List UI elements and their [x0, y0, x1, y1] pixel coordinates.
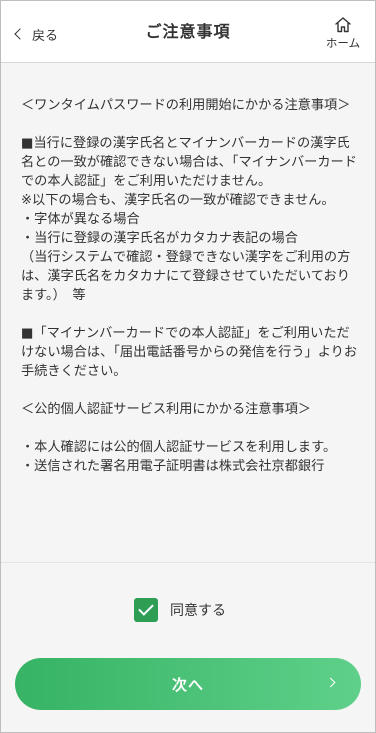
home-button[interactable]: ホーム: [325, 16, 361, 51]
back-button[interactable]: 戻る: [13, 23, 58, 45]
home-icon: [335, 17, 351, 33]
footer-area: 同意する 次へ: [1, 534, 375, 732]
agree-checkbox-row[interactable]: 同意する: [134, 598, 226, 622]
app-screen: 戻る ご注意事項 ホーム ＜ワンタイムパスワードの利用開始にかかる注意事項＞ ■…: [0, 0, 376, 733]
agree-label: 同意する: [170, 603, 226, 619]
chevron-right-icon: [325, 677, 336, 688]
header-bar: 戻る ご注意事項 ホーム: [1, 1, 375, 63]
notice-text: ＜ワンタイムパスワードの利用開始にかかる注意事項＞ ■当行に登録の漢字氏名とマイ…: [1, 63, 375, 476]
chevron-left-icon: [14, 28, 26, 40]
notice-heading-otp: ＜ワンタイムパスワードの利用開始にかかる注意事項＞: [21, 98, 351, 113]
divider: [1, 562, 375, 563]
back-label: 戻る: [32, 28, 59, 44]
home-label: ホーム: [325, 36, 361, 50]
notice-scroll-area[interactable]: ＜ワンタイムパスワードの利用開始にかかる注意事項＞ ■当行に登録の漢字氏名とマイ…: [1, 63, 375, 534]
notice-heading-jpki: ＜公的個人認証サービス利用にかかる注意事項＞: [21, 402, 312, 417]
notice-paragraph-jpki: ・本人確認には公的個人認証サービスを利用します。 ・送信された署名用電子証明書は…: [21, 440, 337, 474]
notice-paragraph-alternative: ■「マイナンバーカードでの本人認証」をご利用いただけない場合は、「届出電話番号か…: [21, 326, 358, 379]
notice-paragraph-name-match: ■当行に登録の漢字氏名とマイナンバーカードの漢字氏名との一致が確認できない場合は…: [21, 136, 357, 303]
next-button-label: 次へ: [171, 675, 204, 694]
agree-checkbox[interactable]: [134, 598, 158, 622]
next-button[interactable]: 次へ: [15, 658, 361, 710]
